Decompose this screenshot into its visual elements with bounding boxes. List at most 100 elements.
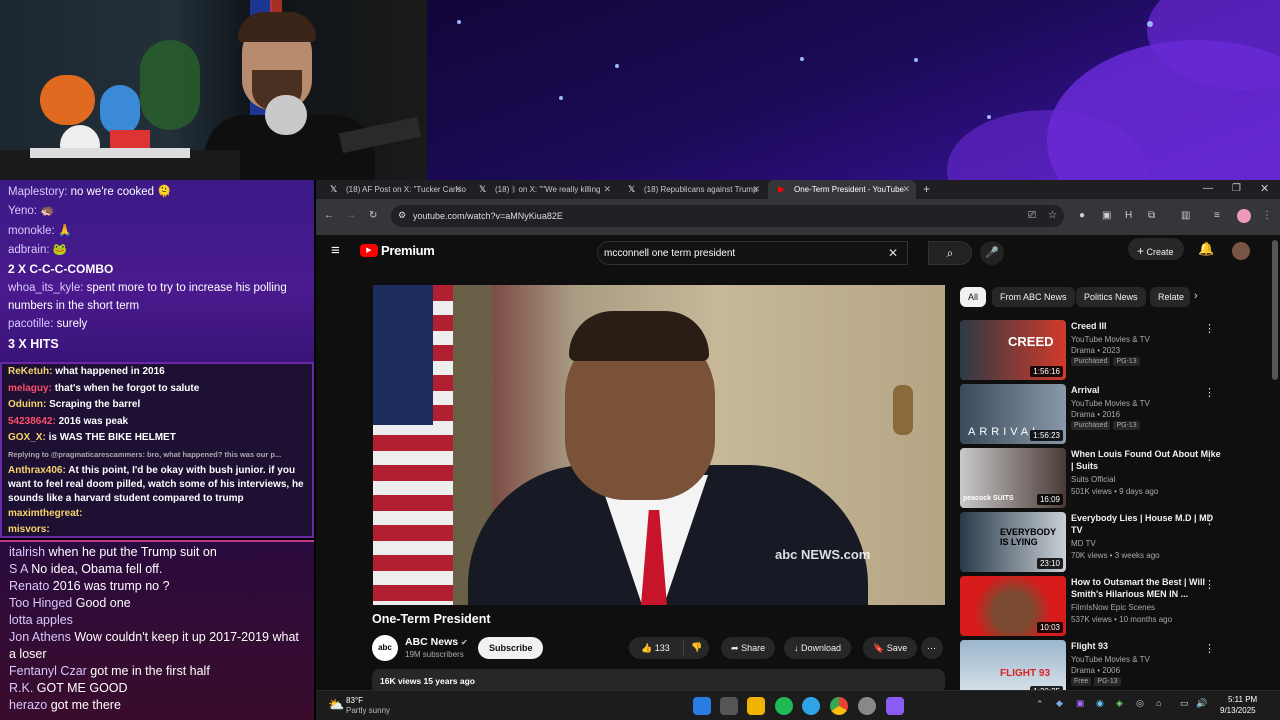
- reload-icon[interactable]: ↻: [369, 210, 377, 221]
- spotify-icon[interactable]: [775, 697, 793, 715]
- account-avatar[interactable]: [1232, 242, 1250, 260]
- download-button[interactable]: ↓ Download: [784, 637, 852, 659]
- recommended-video[interactable]: ARRIVAL 1:56:23 Arrival YouTube Movies & …: [960, 384, 1260, 444]
- cast-icon[interactable]: ⎚: [1028, 210, 1036, 221]
- video-thumbnail[interactable]: peacock SUITS 16:09: [960, 448, 1066, 508]
- tab-youtube[interactable]: ▶ One-Term President - YouTube ✕: [768, 180, 916, 199]
- weather-icon: ⛅: [328, 697, 345, 712]
- chip-politics-news[interactable]: Politics News: [1076, 287, 1146, 307]
- more-options-icon[interactable]: ⋮: [1204, 578, 1215, 591]
- file-explorer-icon[interactable]: [747, 697, 765, 715]
- more-options-icon[interactable]: ⋮: [1204, 386, 1215, 399]
- chip-from-abc-news[interactable]: From ABC News: [992, 287, 1075, 307]
- chat-message: R.K. GOT ME GOOD: [9, 681, 128, 695]
- extension-icon[interactable]: ●: [1079, 210, 1085, 221]
- youtube-logo-text[interactable]: Premium: [381, 243, 435, 258]
- chrome-icon[interactable]: [830, 697, 848, 715]
- extensions-puzzle-icon[interactable]: ⧉: [1148, 210, 1155, 221]
- video-thumbnail[interactable]: ARRIVAL 1:56:23: [960, 384, 1066, 444]
- channel-avatar[interactable]: abc: [372, 635, 398, 661]
- weather-temp[interactable]: 83°F: [346, 696, 363, 705]
- recommended-video[interactable]: peacock SUITS 16:09 When Louis Found Out …: [960, 448, 1260, 508]
- new-tab-button[interactable]: +: [923, 182, 930, 196]
- tray-app-icon[interactable]: ◉: [1096, 698, 1104, 709]
- more-options-icon[interactable]: ⋮: [1204, 450, 1215, 463]
- tray-app-icon[interactable]: ▣: [1076, 698, 1085, 709]
- subscribe-button[interactable]: Subscribe: [478, 637, 543, 659]
- tab-x-post-1[interactable]: 𝕏 (18) AF Post on X: "Tucker Carlso ✕: [320, 180, 468, 199]
- show-hidden-icons-icon[interactable]: ⌃: [1036, 699, 1044, 710]
- media-icon[interactable]: ≡: [1214, 210, 1220, 221]
- chat-panel-primary: Maplestory: no we're cooked 🫠 Yeno: 🦔 mo…: [0, 180, 314, 362]
- video-thumbnail[interactable]: EVERYBODY IS LYING 23:10: [960, 512, 1066, 572]
- tab-x-post-3[interactable]: 𝕏 (18) Republicans against Trump ✕: [618, 180, 766, 199]
- video-thumbnail[interactable]: 10:03: [960, 576, 1066, 636]
- verified-icon: ✔: [461, 638, 468, 647]
- tab-x-post-2[interactable]: 𝕏 (18) ᛒ on X: ""We really killing ✕: [469, 180, 617, 199]
- profile-avatar[interactable]: [1237, 209, 1251, 223]
- close-tab-icon[interactable]: ✕: [752, 184, 760, 195]
- notifications-bell-icon[interactable]: 🔔: [1198, 241, 1214, 257]
- tray-app-icon[interactable]: ◆: [1056, 698, 1063, 709]
- extension-icon[interactable]: H: [1125, 210, 1132, 221]
- maximize-button[interactable]: ❐: [1232, 183, 1241, 194]
- chat-message: maximthegreat:: [8, 507, 83, 519]
- start-menu-icon[interactable]: [693, 697, 711, 715]
- more-actions-button[interactable]: ⋯: [921, 637, 943, 659]
- task-view-icon[interactable]: [720, 697, 738, 715]
- weather-desc[interactable]: Partly sunny: [346, 706, 390, 715]
- volume-icon[interactable]: 🔊: [1196, 698, 1207, 709]
- extension-icon[interactable]: ▣: [1102, 210, 1111, 221]
- clear-search-icon[interactable]: ✕: [888, 246, 898, 260]
- url-field[interactable]: ⚙ youtube.com/watch?v=aMNyKiua82E: [391, 205, 1064, 227]
- create-button[interactable]: + Create: [1128, 238, 1184, 260]
- browser-menu-icon[interactable]: ⋮: [1262, 210, 1272, 221]
- video-thumbnail[interactable]: CREED 1:56:16: [960, 320, 1066, 380]
- scrollbar[interactable]: [1272, 240, 1278, 380]
- recommended-video[interactable]: EVERYBODY IS LYING 23:10 Everybody Lies |…: [960, 512, 1260, 572]
- minimize-button[interactable]: —: [1203, 183, 1213, 194]
- dislike-button[interactable]: 👎: [691, 642, 702, 653]
- close-window-button[interactable]: ✕: [1260, 182, 1269, 195]
- video-player[interactable]: abc NEWS.com: [373, 285, 945, 605]
- edge-icon[interactable]: [802, 697, 820, 715]
- sidebar-icon[interactable]: ▥: [1181, 210, 1190, 221]
- clock-date[interactable]: 9/13/2025: [1220, 706, 1256, 715]
- tray-app-icon[interactable]: ◎: [1136, 698, 1144, 709]
- recommended-video[interactable]: 10:03 How to Outsmart the Best | Will Sm…: [960, 576, 1260, 636]
- more-options-icon[interactable]: ⋮: [1204, 514, 1215, 527]
- close-tab-icon[interactable]: ✕: [454, 184, 462, 195]
- chevron-right-icon[interactable]: ›: [1194, 290, 1198, 302]
- recommended-video[interactable]: CREED 1:56:16 Creed III YouTube Movies & …: [960, 320, 1260, 380]
- more-options-icon[interactable]: ⋮: [1204, 642, 1215, 655]
- back-icon[interactable]: ←: [324, 210, 334, 221]
- chat-message: Too Hinged Good one: [9, 596, 131, 610]
- stream-background: [427, 0, 1280, 180]
- voice-search-icon[interactable]: 🎤: [980, 241, 1004, 265]
- hamburger-menu-icon[interactable]: ≡: [331, 242, 340, 259]
- tray-app-icon[interactable]: ◈: [1116, 698, 1123, 709]
- share-button[interactable]: ➦ Share: [721, 637, 776, 659]
- search-button[interactable]: ⌕: [928, 241, 972, 265]
- forward-icon[interactable]: →: [346, 210, 356, 221]
- chip-related[interactable]: Relate: [1150, 287, 1190, 307]
- x-logo-icon: 𝕏: [628, 184, 636, 194]
- more-options-icon[interactable]: ⋮: [1204, 322, 1215, 335]
- tray-app-icon[interactable]: ⌂: [1156, 698, 1161, 708]
- network-icon[interactable]: ▭: [1180, 698, 1189, 709]
- youtube-logo-icon[interactable]: ▶: [360, 244, 378, 257]
- app-icon[interactable]: [886, 697, 904, 715]
- bookmark-star-icon[interactable]: ☆: [1048, 210, 1057, 221]
- channel-name[interactable]: ABC News ✔: [405, 636, 468, 648]
- chat-message: Fentanyl Czar got me in the first half: [9, 664, 210, 678]
- chat-message: GOX_X: is WAS THE BIKE HELMET: [8, 432, 176, 444]
- close-tab-icon[interactable]: ✕: [902, 184, 910, 195]
- chip-all[interactable]: All: [960, 287, 987, 307]
- close-tab-icon[interactable]: ✕: [603, 184, 611, 195]
- save-button[interactable]: 🔖 Save: [863, 637, 918, 659]
- search-input[interactable]: mcconnell one term president ✕: [597, 241, 908, 265]
- app-icon[interactable]: [858, 697, 876, 715]
- site-info-icon[interactable]: ⚙: [398, 210, 406, 221]
- clock-time[interactable]: 5:11 PM: [1228, 695, 1257, 704]
- like-button[interactable]: 👍 133: [641, 643, 670, 653]
